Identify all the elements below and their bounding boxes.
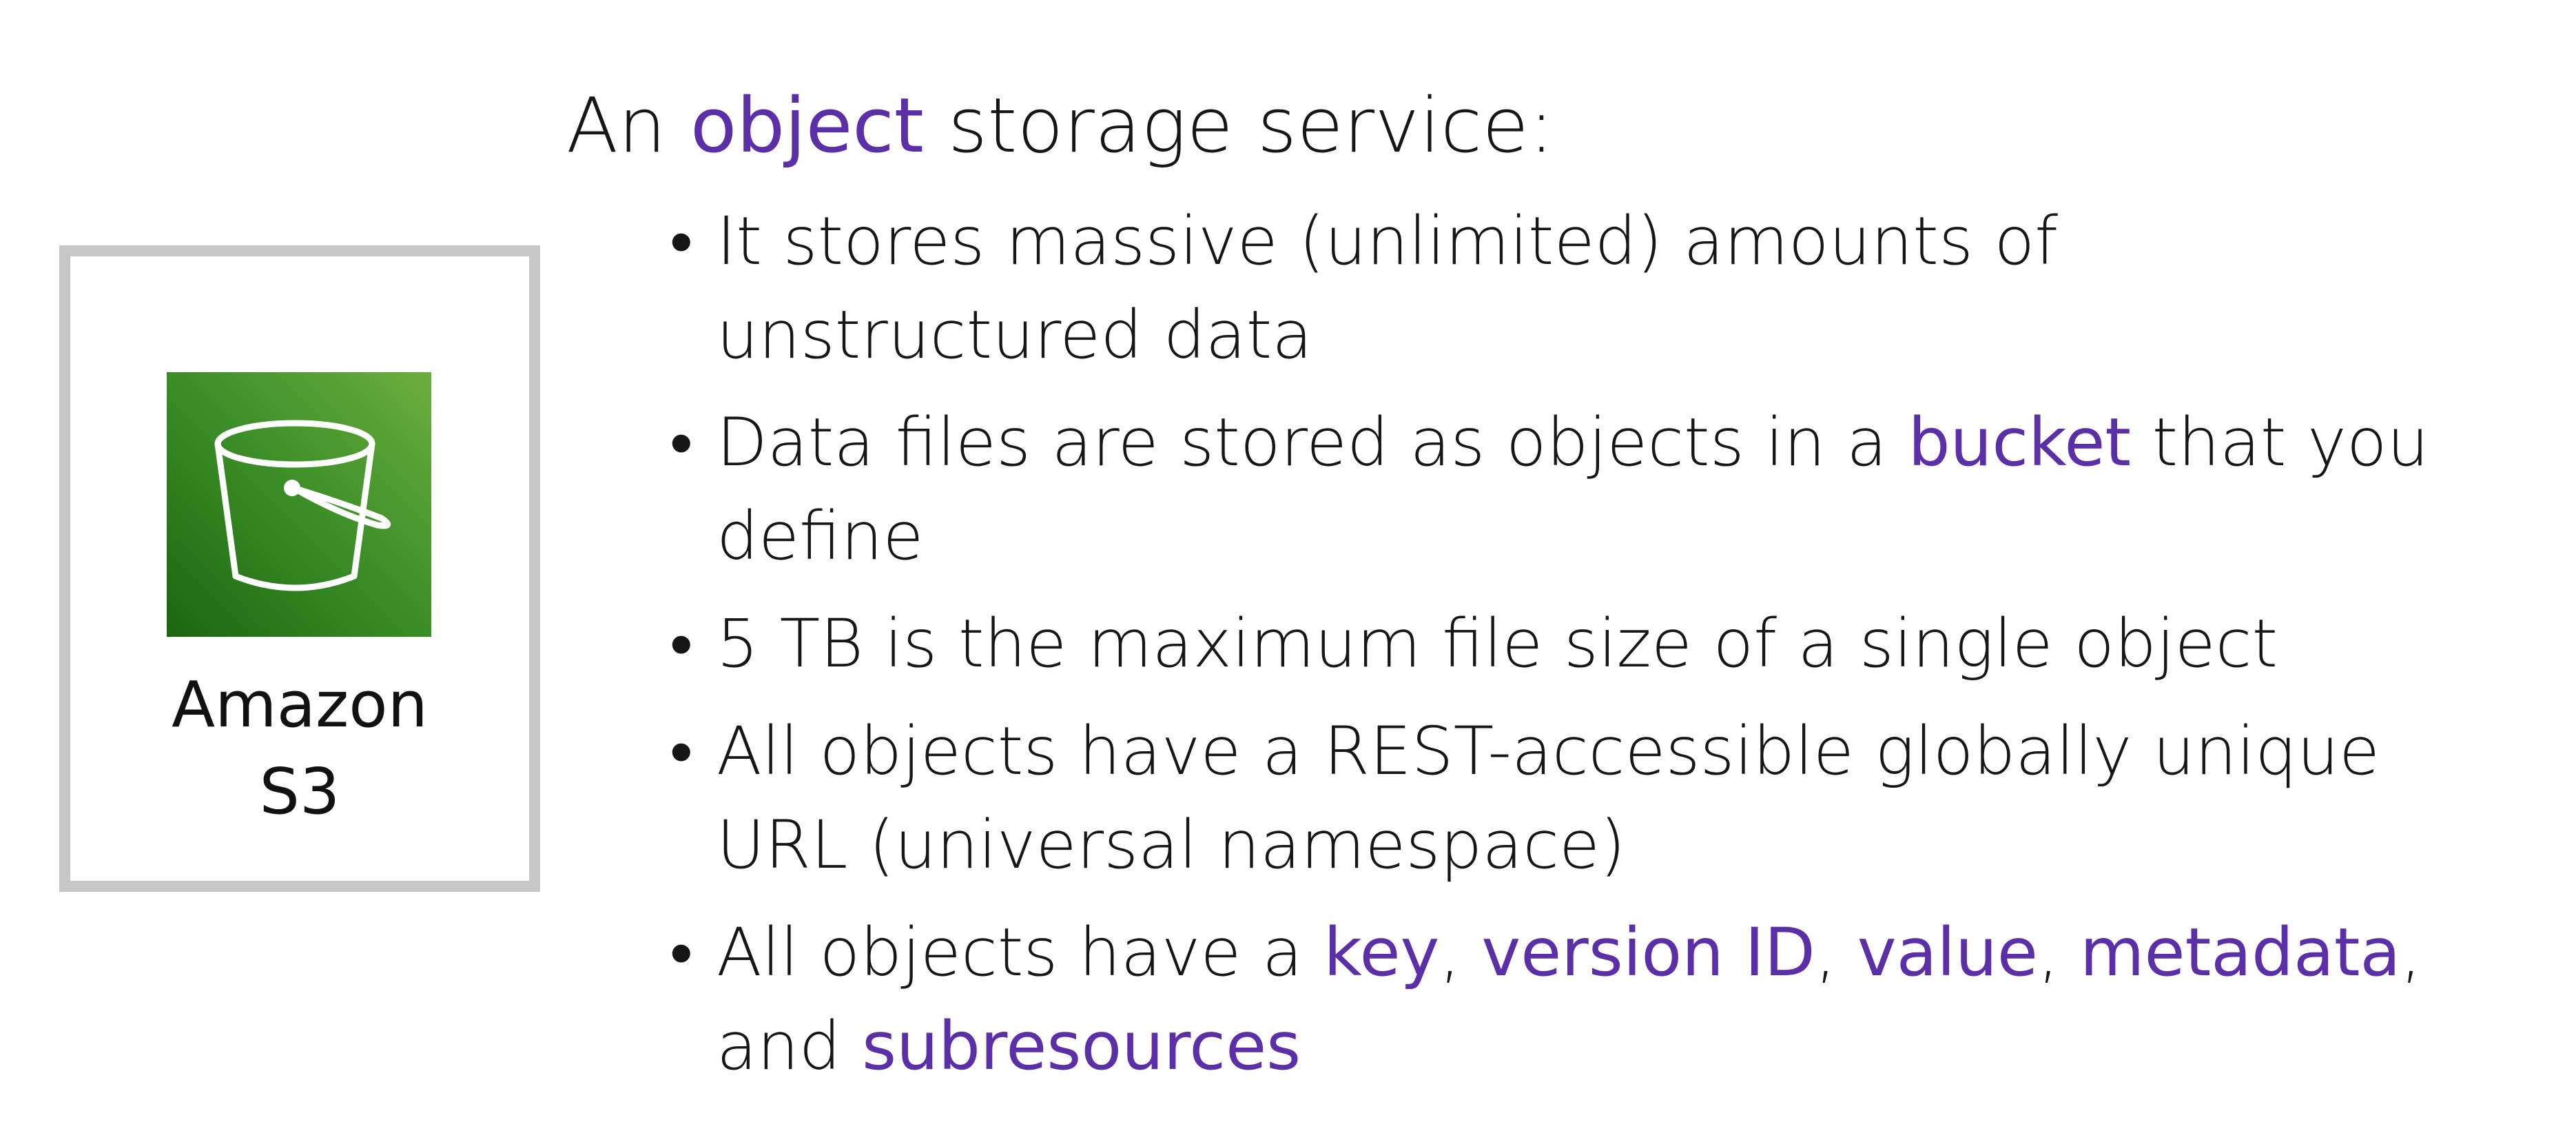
bullet-3-line-1: 5 TB is the maximum file size of a singl… [717, 605, 2278, 682]
highlight-version-id: version ID [1481, 914, 1815, 991]
highlight-bucket: bucket [1908, 404, 2132, 481]
service-name-line1: Amazon [172, 668, 428, 742]
highlight-value: value [1857, 914, 2038, 991]
bullet-item-max-size: • 5 TB is the maximum file size of a sin… [670, 597, 2530, 691]
bullet-4-line-1: All objects have a REST-accessible globa… [717, 713, 2380, 790]
separator: , [2037, 914, 2081, 991]
highlight-subresources: subresources [862, 1008, 1301, 1085]
bullet-5-text-b: and [717, 1008, 863, 1085]
bullet-dot: • [670, 914, 693, 991]
bullet-item-object-properties: • All objects have a key, version ID, va… [670, 906, 2530, 1093]
bullet-1-line-1: It stores massive (unlimited) amounts of [717, 203, 2058, 280]
bullet-dot: • [670, 605, 693, 682]
separator: , [2400, 914, 2422, 991]
heading-text-start: An [566, 81, 690, 170]
bullet-item-buckets: • Data files are stored as objects in a … [670, 396, 2530, 583]
bullet-4-line-2: URL (universal namespace) [717, 806, 1626, 884]
separator: , [1439, 914, 1482, 991]
s3-bucket-icon [167, 372, 431, 637]
separator: , [1815, 914, 1857, 991]
bullet-list: • It stores massive (unlimited) amounts … [670, 194, 2530, 1107]
bullet-2-line-1: Data files are stored as objects in a bu… [717, 396, 2530, 489]
bullet-2-line-2: define [717, 498, 924, 575]
heading-highlight-object: object [690, 81, 924, 170]
highlight-metadata: metadata [2080, 914, 2401, 991]
bullet-5-line-1: All objects have a key, version ID, valu… [717, 906, 2530, 999]
bullet-5-text-a: All objects have a [717, 914, 1324, 991]
service-name: Amazon S3 [90, 662, 510, 835]
bullet-dot: • [670, 713, 693, 790]
bullet-2-text-a: Data files are stored as objects in a [717, 404, 1908, 481]
service-name-line2: S3 [259, 755, 340, 828]
bullet-dot: • [670, 203, 693, 280]
heading-text-end: storage service: [923, 81, 1554, 170]
bullet-2-text-b: that you [2131, 404, 2429, 481]
bullet-item-unique-url: • All objects have a REST-accessible glo… [670, 704, 2530, 892]
bullet-item-unlimited-storage: • It stores massive (unlimited) amounts … [670, 194, 2530, 382]
slide-heading: An object storage service: [566, 77, 1554, 174]
bullet-5-line-2: and subresources [717, 999, 2530, 1093]
bullet-1-line-2: unstructured data [717, 296, 1313, 374]
bullet-dot: • [670, 404, 693, 481]
highlight-key: key [1323, 914, 1440, 991]
